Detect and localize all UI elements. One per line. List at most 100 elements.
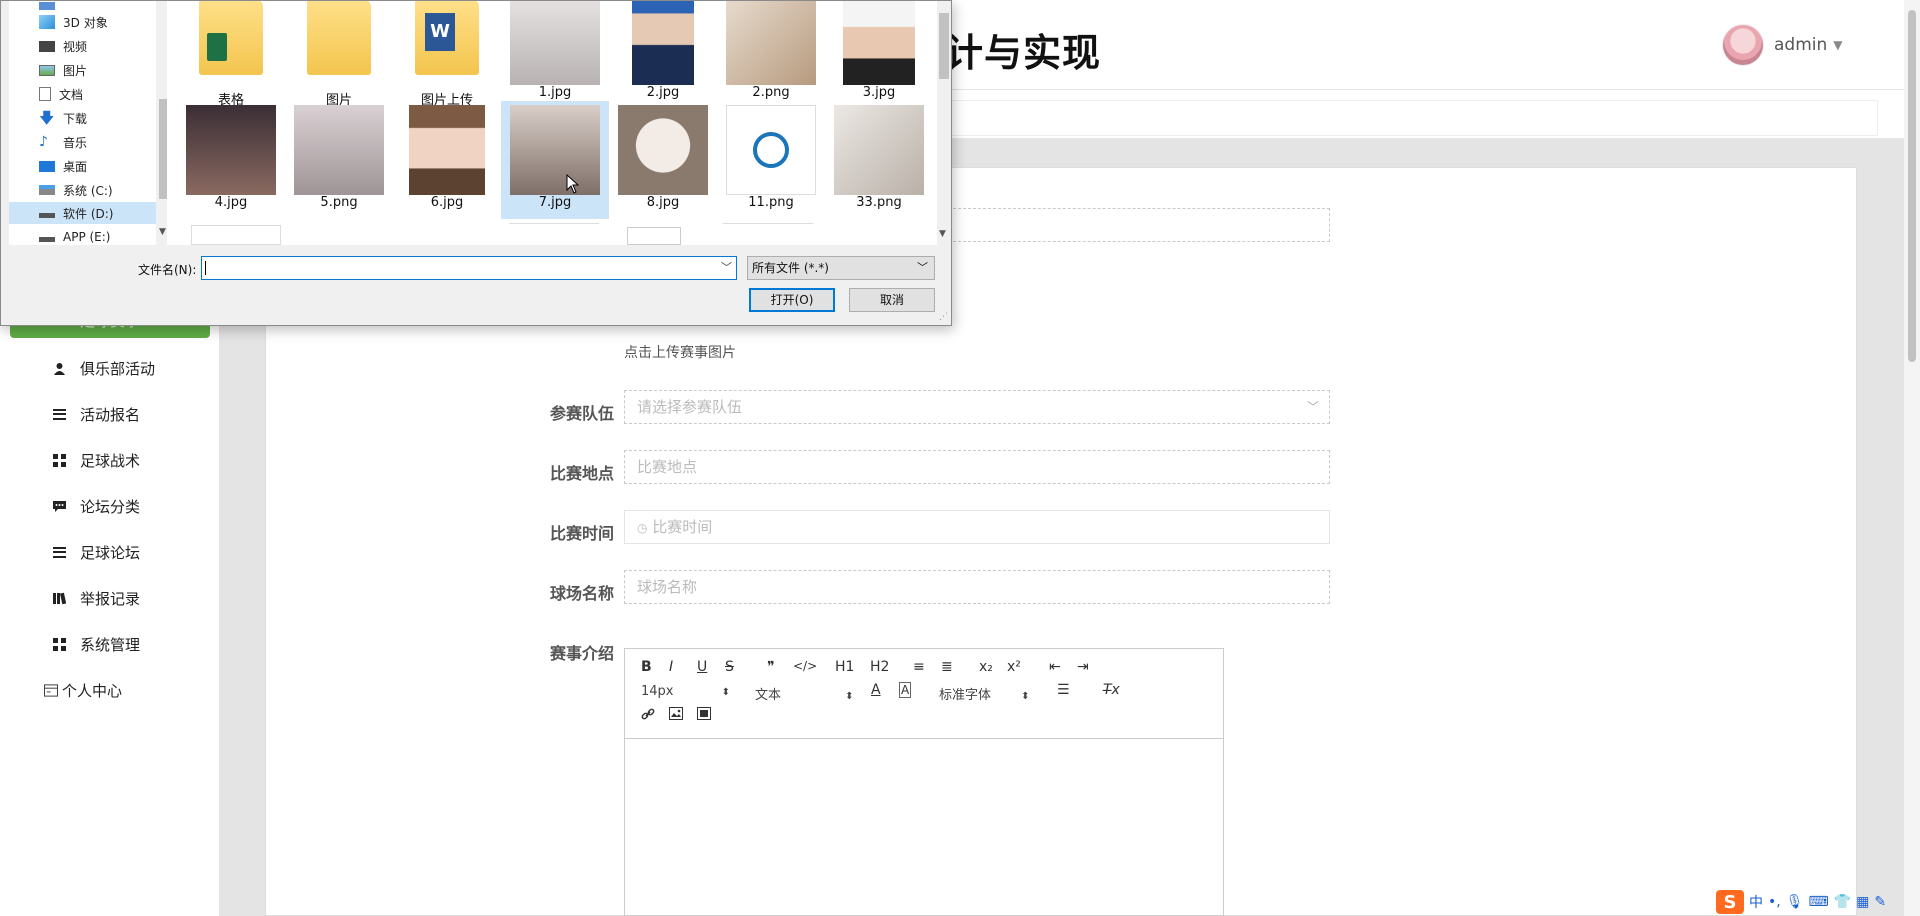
clock-icon: ◷ xyxy=(637,521,648,535)
file-item-partial[interactable] xyxy=(723,223,813,245)
file-item-partial[interactable] xyxy=(627,227,681,245)
file-item-image[interactable]: 33.png xyxy=(825,105,933,210)
microphone-icon[interactable]: 🎙 xyxy=(1786,894,1804,910)
clear-format-icon[interactable]: T̶x xyxy=(1103,682,1120,698)
ime-mode[interactable]: 中 xyxy=(1749,892,1763,912)
upload-hint: 点击上传赛事图片 xyxy=(624,345,736,361)
chevron-down-icon[interactable]: ▼ xyxy=(939,229,946,239)
file-item-image[interactable]: 3.jpg xyxy=(825,1,933,100)
location-input[interactable]: 比赛地点 xyxy=(624,450,1330,484)
sidebar-item-tactics[interactable]: 足球战术 xyxy=(52,448,140,472)
font-family-select[interactable]: 标准字体 ⬍ xyxy=(939,684,1030,703)
file-item-image[interactable]: 5.png xyxy=(285,105,393,210)
nav-item-video[interactable]: 视频 xyxy=(39,35,87,57)
sogou-ime-icon[interactable]: S xyxy=(1716,890,1744,914)
image-icon[interactable] xyxy=(669,707,683,724)
file-scrollbar[interactable]: ▼ xyxy=(937,1,951,245)
nav-item-label: 3D 对象 xyxy=(63,15,108,30)
superscript-button[interactable]: x² xyxy=(1007,659,1021,675)
h2-button[interactable]: H2 xyxy=(870,659,889,675)
nav-item-desktop[interactable]: 桌面 xyxy=(39,155,87,177)
indent-icon[interactable]: ⇥ xyxy=(1077,659,1089,675)
code-icon[interactable]: </> xyxy=(793,659,817,673)
video-icon[interactable] xyxy=(697,707,711,724)
file-item-image[interactable]: 1.jpg xyxy=(501,1,609,100)
nav-item-pictures[interactable]: 图片 xyxy=(39,59,87,81)
nav-item-3d[interactable]: 3D 对象 xyxy=(39,11,108,33)
pc-icon xyxy=(39,2,55,10)
file-item-folder[interactable]: W 图片上传 xyxy=(393,1,501,108)
file-item-image[interactable]: 11.png xyxy=(717,105,825,210)
quote-icon[interactable]: ❞ xyxy=(767,659,775,675)
italic-button[interactable]: I xyxy=(669,659,673,675)
folder-icon xyxy=(294,1,384,89)
file-item-image-selected[interactable]: 7.jpg xyxy=(501,101,609,219)
time-input[interactable]: ◷ 比赛时间 xyxy=(624,510,1330,544)
file-item-image[interactable]: 2.png xyxy=(717,1,825,100)
chevron-down-icon[interactable]: ﹀ xyxy=(721,257,732,279)
sidebar-item-forum-category[interactable]: 论坛分类 xyxy=(52,494,140,518)
rich-text-editor[interactable]: B I U S ❞ </> H1 H2 ≡ ≣ x₂ x² ⇤ ⇥ 14px ⬍… xyxy=(624,648,1224,916)
font-color-icon[interactable]: A xyxy=(871,682,881,698)
sidebar-item-forum[interactable]: 足球论坛 xyxy=(52,540,140,564)
sidebar-item-label: 足球论坛 xyxy=(80,543,141,562)
file-item-partial[interactable] xyxy=(509,223,599,245)
file-item-folder[interactable]: 表格 xyxy=(177,1,285,108)
scrollbar-thumb[interactable] xyxy=(1908,10,1916,362)
grid-icon[interactable]: ▦ xyxy=(1856,894,1869,910)
h1-button[interactable]: H1 xyxy=(835,659,854,675)
background-color-icon[interactable]: A xyxy=(899,682,912,698)
file-type-select[interactable]: 所有文件 (*.*) ﹀ xyxy=(747,256,935,280)
font-size-select[interactable]: 14px ⬍ xyxy=(641,684,730,699)
open-button[interactable]: 打开(O) xyxy=(749,288,835,312)
nav-item-drive-e[interactable]: APP (E:) xyxy=(39,226,110,248)
file-item-image[interactable]: 4.jpg xyxy=(177,105,285,210)
sidebar-item-label: 活动报名 xyxy=(80,405,141,424)
subscript-button[interactable]: x₂ xyxy=(979,659,993,675)
underline-button[interactable]: U xyxy=(697,659,707,675)
page-scrollbar[interactable] xyxy=(1904,0,1920,916)
stadium-input[interactable]: 球场名称 xyxy=(624,570,1330,604)
team-select[interactable]: 请选择参赛队伍 ﹀ xyxy=(624,390,1330,424)
cancel-button[interactable]: 取消 xyxy=(849,288,935,312)
punctuation-icon[interactable]: •, xyxy=(1768,894,1781,910)
sidebar-item-activity-signup[interactable]: 活动报名 xyxy=(52,402,140,426)
scrollbar-thumb[interactable] xyxy=(939,13,949,79)
user-menu[interactable]: admin ▼ xyxy=(1722,22,1843,68)
bullet-list-icon[interactable]: ≣ xyxy=(941,659,953,675)
strike-button[interactable]: S xyxy=(725,659,734,675)
file-item-image[interactable]: 2.jpg xyxy=(609,1,717,100)
sidebar-item-reports[interactable]: 举报记录 xyxy=(52,586,140,610)
nav-item-drive-d[interactable]: 软件 (D:) xyxy=(9,202,157,224)
nav-item-documents[interactable]: 文档 xyxy=(39,83,83,105)
link-icon[interactable] xyxy=(641,707,655,725)
file-name: 5.png xyxy=(320,195,358,210)
outdent-icon[interactable]: ⇤ xyxy=(1049,659,1061,675)
ordered-list-icon[interactable]: ≡ xyxy=(913,659,925,675)
file-item-image[interactable]: 8.jpg xyxy=(609,105,717,210)
sidebar-item-label: 个人中心 xyxy=(62,681,123,700)
resize-grip-icon[interactable]: ⋰ xyxy=(939,312,948,322)
file-item-folder[interactable]: 图片 xyxy=(285,1,393,108)
filename-input[interactable]: ﹀ xyxy=(201,256,737,280)
chevron-down-icon[interactable]: ▼ xyxy=(159,227,166,237)
align-icon[interactable]: ☰ xyxy=(1057,682,1070,698)
user-name[interactable]: admin xyxy=(1774,35,1827,55)
nav-item-drive-c[interactable]: 系统 (C:) xyxy=(39,179,113,201)
bold-button[interactable]: B xyxy=(641,659,652,675)
skin-icon[interactable]: 👕 xyxy=(1834,894,1851,910)
avatar[interactable] xyxy=(1722,24,1764,66)
caret-down-icon[interactable]: ▼ xyxy=(1833,38,1842,52)
file-item-partial[interactable] xyxy=(191,225,281,245)
paragraph-select[interactable]: 文本 ⬍ xyxy=(755,684,854,703)
sidebar-item-profile[interactable]: 个人中心 xyxy=(44,678,122,702)
sidebar-item-club-activity[interactable]: 俱乐部活动 xyxy=(52,356,155,380)
sidebar-item-system[interactable]: 系统管理 xyxy=(52,632,140,656)
nav-item-music[interactable]: ♪ 音乐 xyxy=(39,131,87,153)
filename-label: 文件名(N): xyxy=(138,263,197,277)
keyboard-icon[interactable]: ⌨ xyxy=(1809,894,1829,910)
file-item-image[interactable]: 6.jpg xyxy=(393,105,501,210)
sidebar-item-label: 系统管理 xyxy=(80,635,141,654)
tools-icon[interactable]: ✎ xyxy=(1874,894,1886,910)
nav-item-downloads[interactable]: 🡇 下载 xyxy=(39,107,87,129)
